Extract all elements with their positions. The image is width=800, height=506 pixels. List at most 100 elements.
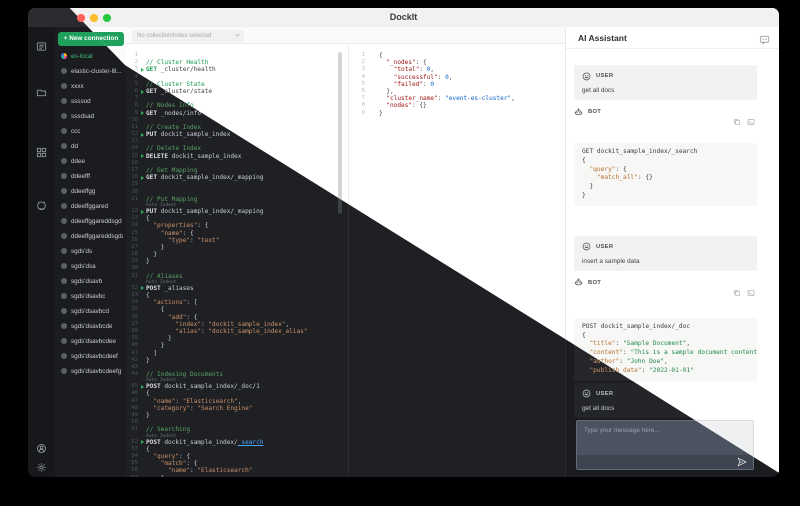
- run-query-button[interactable]: [141, 111, 144, 116]
- line-number: 49: [131, 412, 138, 418]
- code-token: "failed": [393, 80, 424, 88]
- code-text: "name": {: [146, 230, 348, 237]
- sidebar-item-sgdsdsavbcde[interactable]: sgds'dsavbcde: [61, 320, 123, 332]
- sidebar-item-dd[interactable]: dd: [61, 140, 123, 152]
- connection-name: sgds'dsavbcde: [71, 322, 113, 330]
- send-icon[interactable]: [737, 457, 747, 467]
- code-token: : {}: [637, 174, 653, 182]
- sidebar-item-sgdsdsavb[interactable]: sgds'dsavb: [61, 275, 123, 287]
- code-line: 24 "properties": {: [126, 222, 348, 229]
- line-number: 55: [131, 460, 138, 467]
- sidebar-item-ddeeffgg[interactable]: ddeeffgg: [61, 185, 123, 197]
- code-line: 50: [126, 419, 348, 426]
- bot-avatar-icon: [574, 278, 583, 287]
- code-token: }: [582, 183, 594, 191]
- elasticsearch-logo-icon: [61, 263, 67, 269]
- sidebar-item-sgdsdsa[interactable]: sgds'dsa: [61, 260, 123, 272]
- run-query-button[interactable]: [141, 384, 144, 389]
- code-text: }: [146, 335, 348, 342]
- gutter: [138, 160, 146, 167]
- run-query-button[interactable]: [141, 67, 144, 72]
- sidebar-item-ddeefff[interactable]: ddeefff: [61, 170, 123, 182]
- gutter: [138, 364, 146, 371]
- run-query-button[interactable]: [141, 175, 144, 180]
- insert-response-icon[interactable]: [747, 118, 755, 126]
- code-token: }: [146, 251, 158, 259]
- gutter: [138, 321, 146, 328]
- files-icon[interactable]: [36, 87, 47, 98]
- connection-name: elastic-cluster-l8...: [71, 67, 122, 75]
- code-token: "John Doe": [626, 357, 664, 365]
- sidebar-item-ddee[interactable]: ddee: [61, 155, 123, 167]
- code-text: // Cluster State: [146, 81, 348, 88]
- sidebar-item-elastic-cluster-l8[interactable]: elastic-cluster-l8...: [61, 65, 123, 77]
- sidebar-item-sgdsdsavbcdeefg[interactable]: sgds'dsavbcdeefg: [61, 365, 123, 377]
- line-number: 11: [131, 123, 138, 130]
- code-token: "Search Engine": [197, 404, 253, 412]
- gutter: [138, 383, 146, 390]
- copy-icon[interactable]: [733, 118, 741, 126]
- code-text: "query": {: [146, 453, 348, 460]
- sidebar-item-ddeeffggared[interactable]: ddeeffggared: [61, 200, 123, 212]
- gutter: [138, 81, 146, 88]
- bot-code-line: {: [582, 332, 749, 341]
- gutter: [138, 419, 146, 426]
- code-line: 25 "name": {: [126, 230, 348, 237]
- connections-icon[interactable]: [36, 41, 47, 52]
- code-token: dockit_sample_index: [168, 152, 242, 160]
- assistant-header: AI Assistant: [566, 27, 779, 49]
- gutter: [138, 95, 146, 102]
- sidebar-item-sssdsad[interactable]: sssdsad: [61, 110, 123, 122]
- sidebar-item-sgdsdsavbcd[interactable]: sgds'dsavbcd: [61, 305, 123, 317]
- run-query-button[interactable]: [141, 440, 144, 445]
- bot-code-line: "match_all": {}: [582, 174, 749, 183]
- code-text: }: [146, 258, 348, 265]
- activity-rail: [28, 27, 55, 477]
- code-token: // Create Index: [146, 123, 202, 131]
- code-token: // Indexing Documents: [146, 371, 224, 379]
- sidebar-item-ddeeffggareddsgd[interactable]: ddeeffggareddsgd: [61, 215, 123, 227]
- code-text: PUT dockit_sample_index/_mapping: [146, 208, 348, 215]
- run-query-button[interactable]: [141, 154, 144, 159]
- line-number: 43: [131, 363, 138, 370]
- sidebar-item-sgdsdsavbc[interactable]: sgds'dsavbc: [61, 290, 123, 302]
- line-number: 51: [131, 426, 138, 433]
- sidebar-item-ddeeffggareddsgda[interactable]: ddeeffggareddsgda...: [61, 230, 123, 242]
- code-token: "match_all": [596, 174, 638, 182]
- run-query-button[interactable]: [141, 132, 144, 137]
- sidebar-item-sgdsds[interactable]: sgds'ds: [61, 245, 123, 257]
- run-query-button[interactable]: [141, 209, 144, 214]
- elasticsearch-logo-icon: [61, 308, 67, 314]
- run-query-button[interactable]: [141, 89, 144, 94]
- code-token: _cluster/health: [157, 66, 216, 74]
- insert-response-icon[interactable]: [747, 289, 755, 297]
- line-number: 16: [131, 159, 138, 166]
- sidebar-item-sgdsdsavbcdee[interactable]: sgds'dsavbcdee: [61, 335, 123, 347]
- collections-icon[interactable]: [36, 147, 47, 158]
- code-line: 34 "actions": [: [126, 299, 348, 306]
- chat-bot-icon[interactable]: [759, 32, 770, 45]
- code-line: 6 },: [349, 88, 565, 95]
- code-token: "event-es-cluster": [445, 95, 512, 103]
- gutter: [138, 117, 146, 124]
- editor-scrollbar[interactable]: [338, 52, 342, 214]
- sidebar-item-ccc[interactable]: ccc: [61, 125, 123, 137]
- sidebar-item-xxxx[interactable]: xxxx: [61, 80, 123, 92]
- code-text: }: [373, 110, 565, 117]
- connection-name: sgds'dsa: [71, 262, 96, 270]
- code-text: }: [146, 342, 348, 349]
- github-icon[interactable]: [36, 200, 47, 211]
- code-token: :: [175, 397, 183, 405]
- collection-select-dropdown[interactable]: No collection/index selected: [132, 29, 244, 42]
- sidebar-item-sgdsdsavbcdeef[interactable]: sgds'dsavbcdeef: [61, 350, 123, 362]
- copy-icon[interactable]: [733, 289, 741, 297]
- code-text: {: [146, 292, 348, 299]
- sidebar-item-ssssod[interactable]: ssssod: [61, 95, 123, 107]
- line-number: 57: [126, 475, 138, 478]
- code-token: // Delete Index: [146, 145, 202, 153]
- run-query-button[interactable]: [141, 286, 144, 291]
- user-avatar-icon: [582, 72, 591, 81]
- bot-message-actions: [574, 118, 757, 128]
- account-icon[interactable]: [36, 443, 47, 454]
- settings-icon[interactable]: [36, 462, 47, 473]
